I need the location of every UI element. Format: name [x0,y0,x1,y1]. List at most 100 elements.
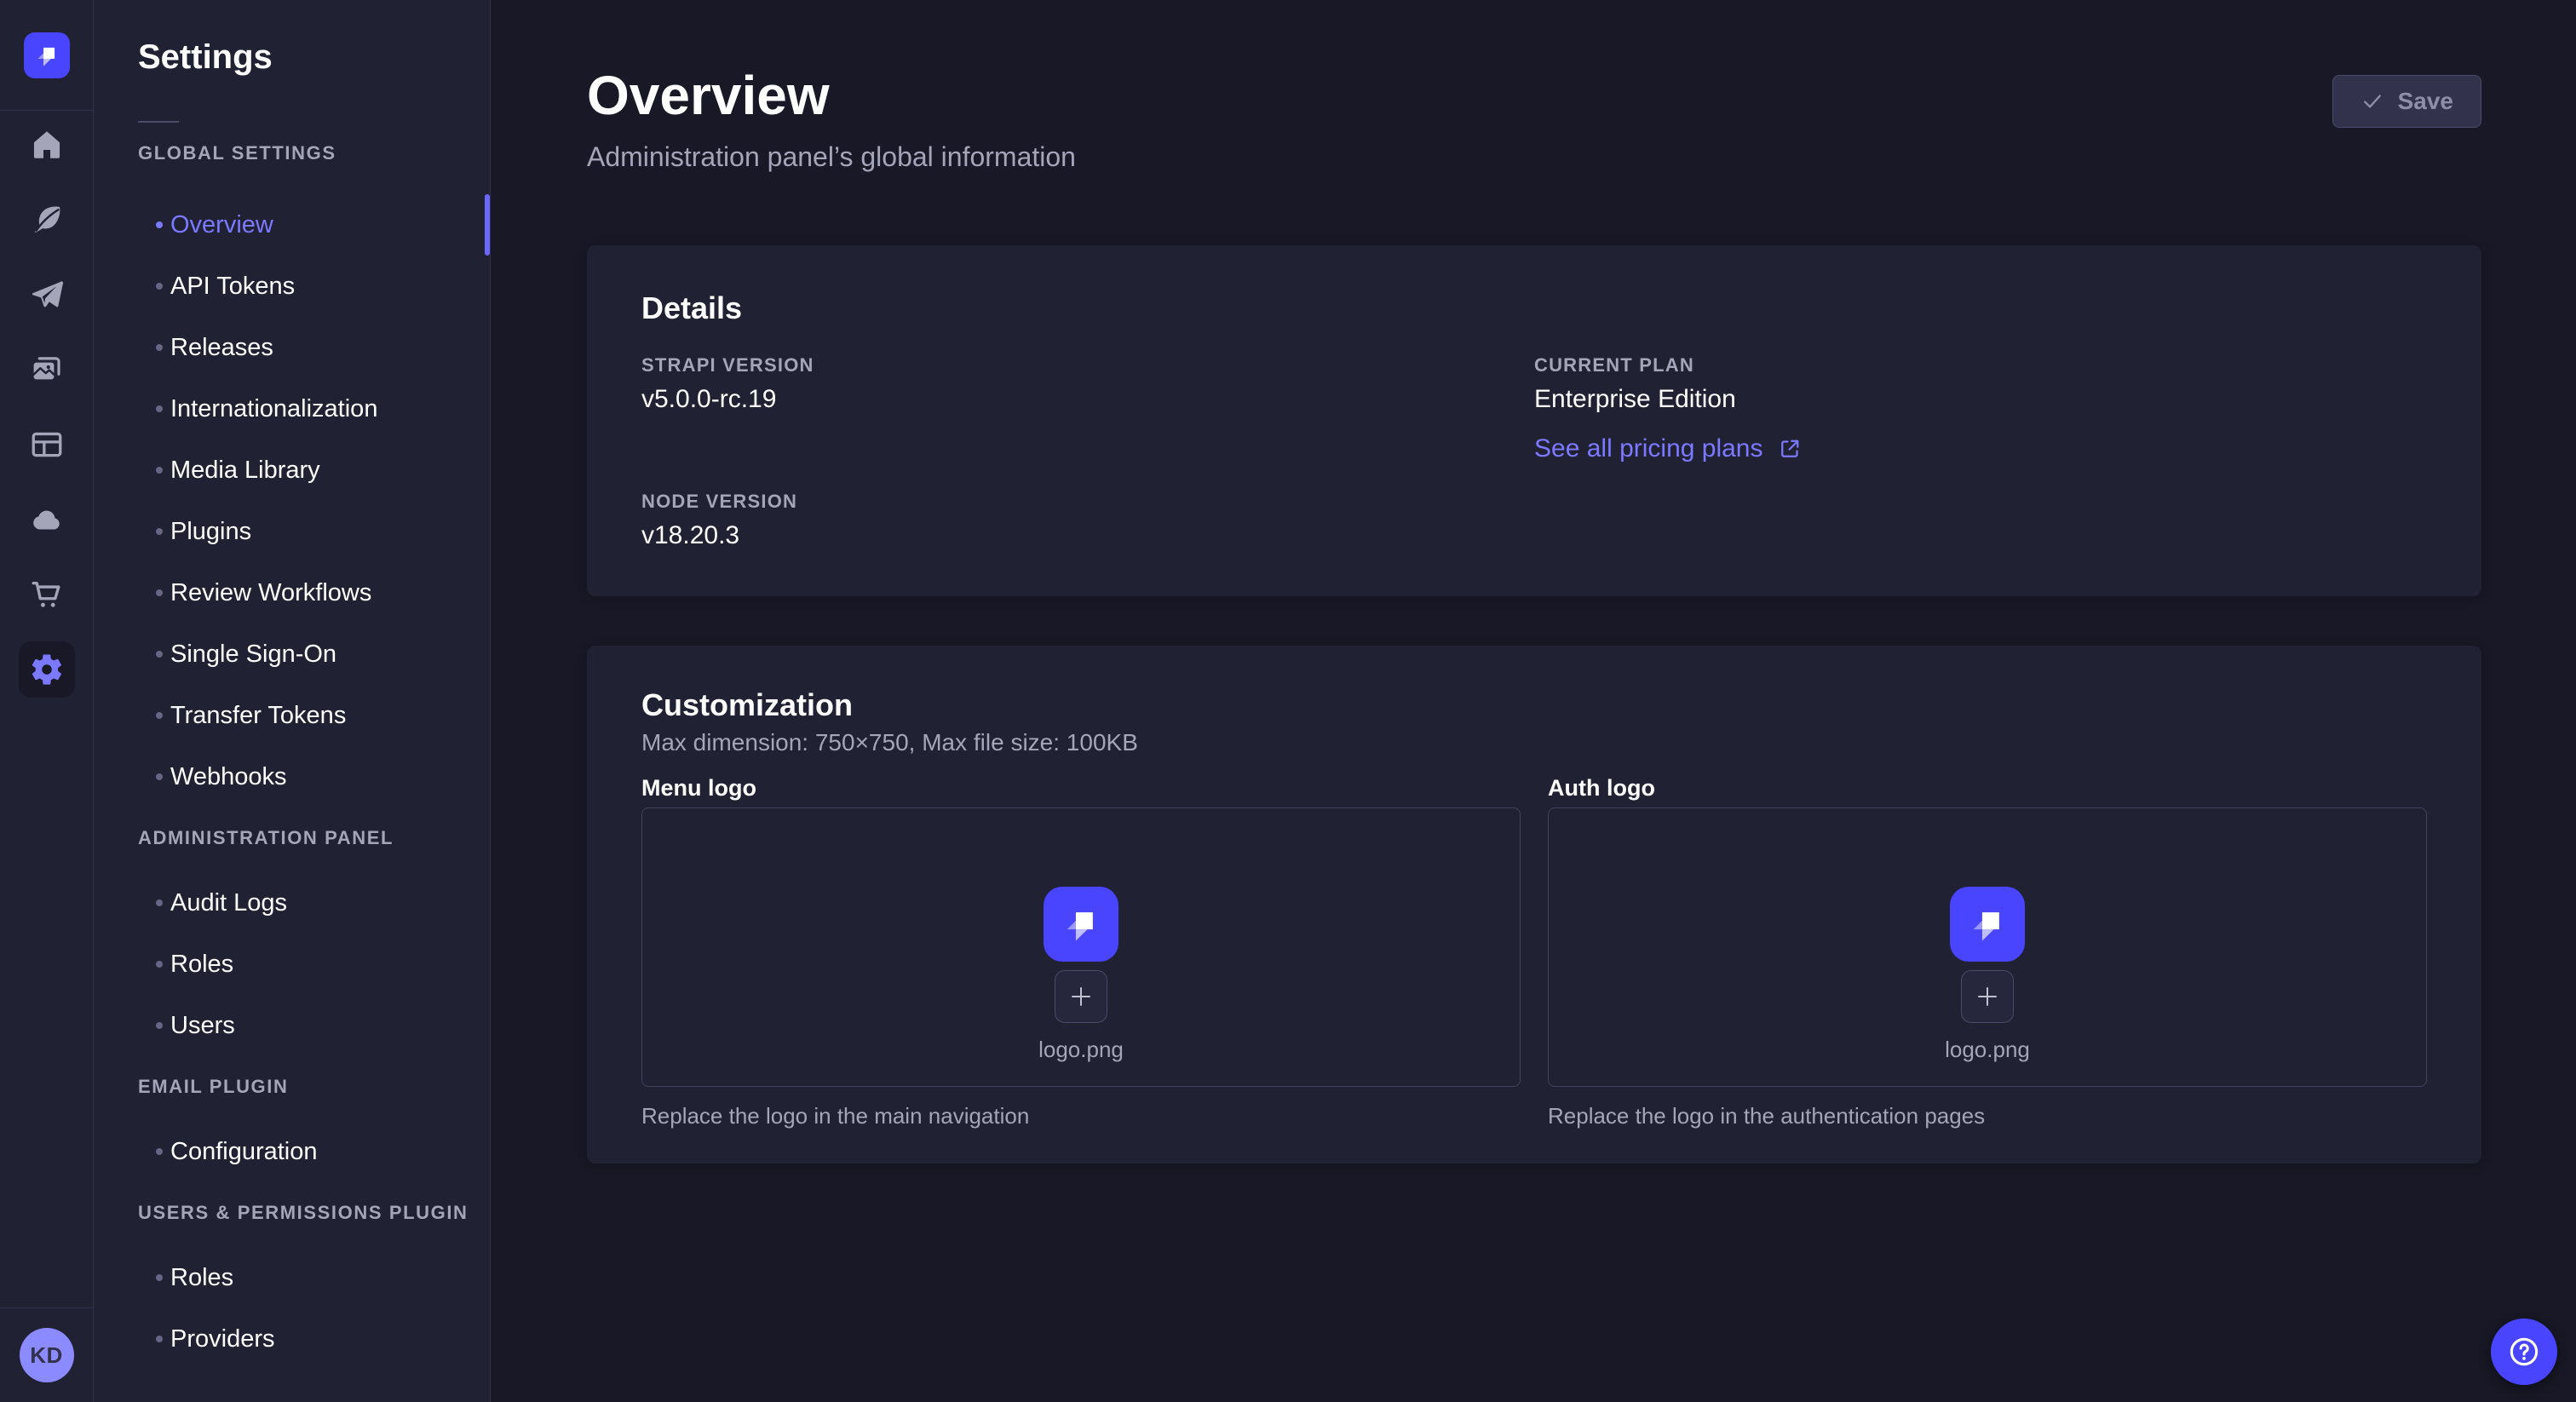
bullet-dot [156,283,163,290]
page-header-text: Overview Administration panel’s global i… [587,63,1076,174]
rail-nav [0,111,93,698]
sidebar-item-label: API Tokens [170,273,295,301]
avatar[interactable]: KD [20,1328,74,1382]
sidebar-item-email-configuration[interactable]: Configuration [94,1121,490,1182]
sidebar-item-up-roles[interactable]: Roles [94,1247,490,1308]
active-item-indicator [485,194,490,256]
sidebar-item-label: Transfer Tokens [170,702,346,730]
upload-filename: logo.png [1945,1037,2030,1062]
help-button[interactable] [2491,1319,2557,1385]
users-permissions-list: Roles Providers [94,1247,490,1370]
bullet-dot [156,589,163,596]
sidebar-item-label: Webhooks [170,763,287,791]
email-plugin-list: Configuration [94,1121,490,1182]
field-value: v5.0.0-rc.19 [641,383,1534,416]
customization-card: Customization Max dimension: 750×750, Ma… [587,646,2481,1164]
bullet-dot [156,405,163,412]
sidebar-item-admin-roles[interactable]: Roles [94,934,490,995]
details-left-column: STRAPI VERSION v5.0.0-rc.19 NODE VERSION… [641,354,1534,552]
nav-settings[interactable] [19,641,75,698]
sidebar-item-label: Providers [170,1325,275,1353]
nav-content-type-builder[interactable] [19,417,75,473]
sidebar-item-single-sign-on[interactable]: Single Sign-On [94,623,490,685]
sidebar-item-label: Audit Logs [170,889,287,917]
upload-filename: logo.png [1038,1037,1124,1062]
nav-cloud[interactable] [19,491,75,548]
layout-icon [29,427,65,463]
sidebar-item-review-workflows[interactable]: Review Workflows [94,562,490,623]
menu-logo-dropzone: logo.png [641,807,1521,1087]
field-value: Enterprise Edition [1534,383,2427,416]
strapi-version-field: STRAPI VERSION v5.0.0-rc.19 [641,354,1534,416]
upload-label: Menu logo [641,775,1521,801]
nav-releases[interactable] [19,267,75,323]
field-label: STRAPI VERSION [641,354,1534,376]
bullet-dot [156,651,163,658]
sidebar-item-api-tokens[interactable]: API Tokens [94,256,490,317]
sidebar-item-media-library[interactable]: Media Library [94,440,490,501]
cloud-icon [29,502,65,537]
add-logo-button[interactable] [1961,970,2014,1023]
sidebar-item-transfer-tokens[interactable]: Transfer Tokens [94,685,490,746]
pricing-plans-link[interactable]: See all pricing plans [1534,433,1803,465]
paper-plane-icon [29,277,65,313]
rail-user-section: KD [0,1307,93,1402]
sidebar-item-plugins[interactable]: Plugins [94,501,490,562]
bullet-dot [156,344,163,351]
question-mark-icon [2505,1333,2543,1370]
sidebar-item-label: Roles [170,1264,233,1292]
nav-marketplace[interactable] [19,566,75,623]
strapi-admin-app: KD Settings GLOBAL SETTINGS Overview API… [0,0,2576,1402]
add-logo-button[interactable] [1055,970,1107,1023]
page-title: Overview [587,63,1076,128]
sidebar-item-label: Plugins [170,518,251,546]
field-value: v18.20.3 [641,520,1534,552]
bullet-dot [156,1148,163,1155]
subnav-divider [138,121,179,123]
node-version-field: NODE VERSION v18.20.3 [641,491,1534,552]
section-email-plugin: EMAIL PLUGIN [138,1075,490,1099]
sidebar-item-label: Releases [170,334,273,362]
sidebar-item-label: Review Workflows [170,579,371,607]
sidebar-item-label: Overview [170,211,273,239]
auth-logo-upload: Auth logo logo.png Replace the logo in t… [1548,775,2427,1129]
details-right-column: CURRENT PLAN Enterprise Edition See all … [1534,354,2427,552]
check-icon [2360,89,2384,113]
nav-home[interactable] [19,117,75,173]
sidebar-item-admin-users[interactable]: Users [94,995,490,1056]
auth-logo-preview [1950,887,2025,962]
bullet-dot [156,1022,163,1029]
pricing-plans-link-label: See all pricing plans [1534,433,1763,465]
strapi-logo[interactable] [24,32,70,78]
sidebar-item-releases[interactable]: Releases [94,317,490,378]
shopping-cart-icon [29,577,65,612]
upload-caption: Replace the logo in the main navigation [641,1102,1521,1129]
nav-media-library[interactable] [19,342,75,398]
section-administration-panel: ADMINISTRATION PANEL [138,826,490,850]
nav-content-manager[interactable] [19,192,75,248]
strapi-logo-icon [32,41,61,70]
sidebar-item-overview[interactable]: Overview [94,194,490,256]
sidebar-item-label: Users [170,1012,235,1040]
sidebar-item-internationalization[interactable]: Internationalization [94,378,490,440]
bullet-dot [156,467,163,474]
save-button[interactable]: Save [2332,75,2481,128]
bullet-dot [156,528,163,535]
plus-icon [1975,984,2000,1009]
section-users-permissions-plugin: USERS & PERMISSIONS PLUGIN [138,1201,490,1225]
bullet-dot [156,1274,163,1281]
upload-row: Menu logo logo.png Replace the logo in t… [641,775,2427,1129]
customization-card-subtitle: Max dimension: 750×750, Max file size: 1… [641,729,2427,756]
sidebar-item-up-providers[interactable]: Providers [94,1308,490,1370]
sidebar-item-label: Internationalization [170,395,377,423]
sidebar-item-webhooks[interactable]: Webhooks [94,746,490,807]
images-icon [29,352,65,388]
sidebar-item-label: Single Sign-On [170,641,336,669]
plus-icon [1068,984,1094,1009]
global-settings-list: Overview API Tokens Releases Internation… [94,194,490,807]
details-card-title: Details [641,290,2427,327]
administration-panel-list: Audit Logs Roles Users [94,872,490,1056]
sidebar-item-audit-logs[interactable]: Audit Logs [94,872,490,934]
upload-caption: Replace the logo in the authentication p… [1548,1102,2427,1129]
auth-logo-dropzone: logo.png [1548,807,2427,1087]
